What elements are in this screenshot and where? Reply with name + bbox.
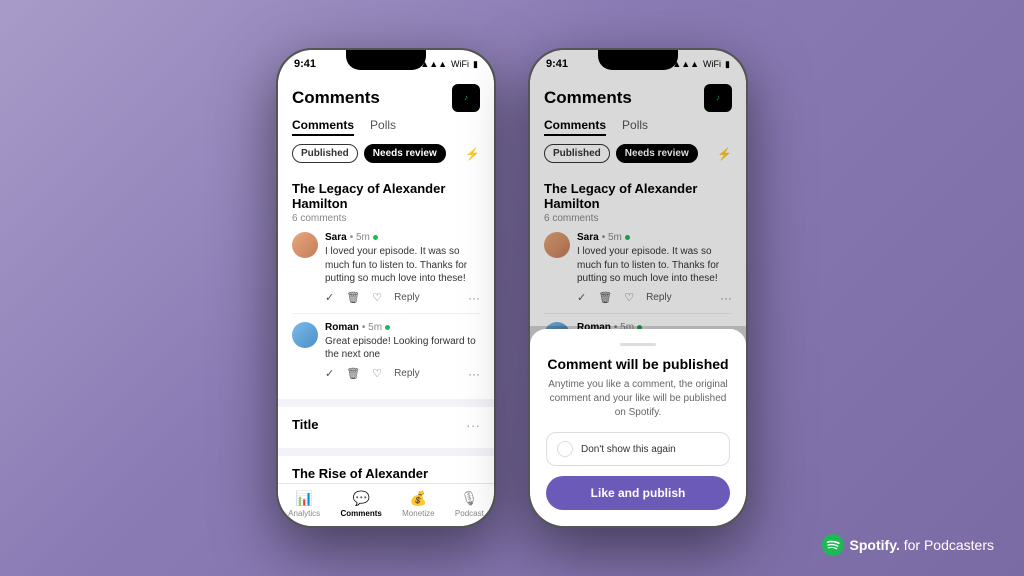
phone-right: 9:41 ▲▲▲ WiFi ▮ Comments ♪ Comments: [528, 48, 748, 528]
bottom-nav-left: 📊 Analytics 💬 Comments 💰 Monetize 🎙 Podc…: [278, 483, 494, 526]
page-title-left: Comments: [292, 88, 380, 108]
avatar-roman-left: [292, 322, 318, 348]
comment-sara-left: Sara • 5m I loved your episode. It was s…: [292, 232, 480, 314]
comment-body-roman-left: Roman • 5m Great episode! Looking forwar…: [325, 322, 480, 381]
section-title-left: Title ···: [278, 407, 494, 448]
check-icon-roman-left[interactable]: ✓: [325, 367, 334, 380]
spotify-text: Spotify. for Podcasters: [850, 537, 994, 553]
modal-handle: [620, 343, 656, 346]
actions-sara-left: ✓ 🗑 ♡ Reply ···: [325, 291, 480, 305]
author-roman-left: Roman: [325, 322, 359, 333]
filter-needs-review-left[interactable]: Needs review: [364, 144, 446, 163]
text-sara-left: I loved your episode. It was so much fun…: [325, 245, 480, 286]
spotify-for: for Podcasters: [904, 537, 994, 553]
reply-btn-sara-left[interactable]: Reply: [394, 292, 420, 303]
comment-meta-roman-left: Roman • 5m: [325, 322, 480, 333]
header-icon-label: ♪: [464, 94, 468, 102]
actions-roman-left: ✓ 🗑 ♡ Reply ···: [325, 367, 480, 381]
modal-sheet: Comment will be published Anytime you li…: [530, 329, 746, 526]
like-publish-button[interactable]: Like and publish: [546, 476, 730, 510]
monetize-label-left: Monetize: [402, 509, 434, 518]
analytics-label-left: Analytics: [288, 509, 320, 518]
spotify-icon: [822, 534, 844, 556]
dot-sara-left: [373, 235, 378, 240]
nav-comments-left[interactable]: 💬 Comments: [340, 490, 381, 518]
section-subtitle-1-left: 6 comments: [292, 213, 480, 224]
checkbox-label: Don't show this again: [581, 444, 676, 455]
phone-left: 9:41 ▲▲▲ WiFi ▮ Comments ♪ Comments: [276, 48, 496, 528]
section-title-plain-left: Title: [292, 417, 319, 432]
wifi-icon: WiFi: [451, 59, 469, 69]
modal-title: Comment will be published: [546, 356, 730, 372]
more-btn-sara-left[interactable]: ···: [468, 291, 480, 305]
nav-monetize-left[interactable]: 💰 Monetize: [402, 490, 434, 518]
comment-meta-sara-left: Sara • 5m: [325, 232, 480, 243]
spotify-logo: Spotify. for Podcasters: [822, 534, 994, 556]
monetize-icon-left: 💰: [410, 490, 427, 507]
header-icon-left[interactable]: ♪: [452, 84, 480, 112]
author-sara-left: Sara: [325, 232, 347, 243]
heart-icon-roman-left[interactable]: ♡: [372, 367, 382, 380]
modal-description: Anytime you like a comment, the original…: [546, 378, 730, 420]
section-title-1-left: The Legacy of Alexander Hamilton: [292, 181, 480, 211]
modal-overlay: Comment will be published Anytime you li…: [530, 326, 746, 526]
tab-comments-left[interactable]: Comments: [292, 118, 354, 136]
filter-published-left[interactable]: Published: [292, 144, 358, 163]
text-roman-left: Great episode! Looking forward to the ne…: [325, 335, 480, 362]
section-hamilton-legacy-left: The Legacy of Alexander Hamilton 6 comme…: [278, 171, 494, 399]
dot-roman-left: [385, 325, 390, 330]
screen-header-left: Comments ♪: [278, 74, 494, 118]
reply-btn-roman-left[interactable]: Reply: [394, 368, 420, 379]
notch-left: [346, 50, 426, 70]
checkbox-circle[interactable]: [557, 441, 573, 457]
time-sara-left: • 5m: [350, 232, 370, 243]
screen-left: Comments ♪ Comments Polls Published Need…: [278, 74, 494, 526]
comments-icon-left: 💬: [352, 490, 369, 507]
analytics-icon-left: 📊: [295, 490, 312, 507]
filter-icon-left[interactable]: ⚡: [465, 147, 480, 161]
comment-roman-left: Roman • 5m Great episode! Looking forwar…: [292, 322, 480, 389]
podcast-label-left: Podcast: [455, 509, 484, 518]
spotify-brand: Spotify.: [850, 537, 904, 553]
tabs-left: Comments Polls: [278, 118, 494, 144]
title-row-left: Title ···: [292, 417, 480, 434]
podcast-icon-left: 🎙: [460, 490, 478, 507]
phone-right-inner: 9:41 ▲▲▲ WiFi ▮ Comments ♪ Comments: [530, 50, 746, 526]
nav-analytics-left[interactable]: 📊 Analytics: [288, 490, 320, 518]
comment-body-sara-left: Sara • 5m I loved your episode. It was s…: [325, 232, 480, 305]
phone-left-inner: 9:41 ▲▲▲ WiFi ▮ Comments ♪ Comments: [278, 50, 494, 526]
heart-icon-sara-left[interactable]: ♡: [372, 291, 382, 304]
avatar-sara-left: [292, 232, 318, 258]
filter-row-left: Published Needs review ⚡: [278, 144, 494, 171]
time-roman-left: • 5m: [362, 322, 382, 333]
scroll-area-left[interactable]: The Legacy of Alexander Hamilton 6 comme…: [278, 171, 494, 483]
section-hamilton-rise-left: The Rise of Alexander Hamilton 10 commen…: [278, 456, 494, 484]
delete-icon-sara-left[interactable]: 🗑: [346, 291, 360, 304]
phones-container: 9:41 ▲▲▲ WiFi ▮ Comments ♪ Comments: [276, 48, 748, 528]
battery-icon: ▮: [473, 59, 478, 70]
check-icon-sara-left[interactable]: ✓: [325, 291, 334, 304]
modal-checkbox-row[interactable]: Don't show this again: [546, 432, 730, 466]
tab-polls-left[interactable]: Polls: [370, 118, 396, 136]
delete-icon-roman-left[interactable]: 🗑: [346, 367, 360, 380]
section-title-2-left: The Rise of Alexander Hamilton: [292, 466, 480, 484]
section-more-left[interactable]: ···: [466, 417, 480, 433]
status-time-left: 9:41: [294, 58, 316, 70]
dimmed-overlay: [530, 50, 746, 326]
nav-podcast-left[interactable]: 🎙 Podcast: [455, 490, 484, 518]
status-icons-left: ▲▲▲ WiFi ▮: [420, 59, 478, 70]
comments-label-left: Comments: [340, 509, 381, 518]
more-btn-roman-left[interactable]: ···: [468, 367, 480, 381]
